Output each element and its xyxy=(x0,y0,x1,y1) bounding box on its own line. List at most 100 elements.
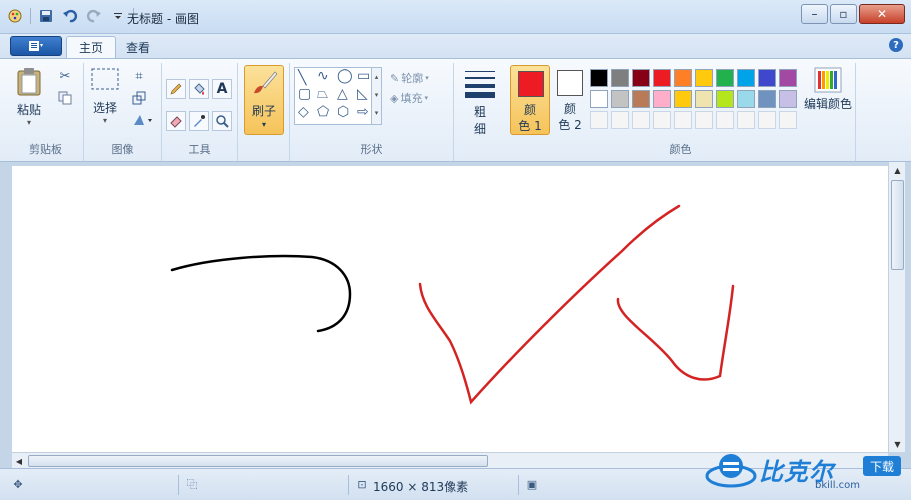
palette-swatch[interactable] xyxy=(779,111,797,129)
palette-swatch[interactable] xyxy=(716,90,734,108)
palette-swatch[interactable] xyxy=(737,90,755,108)
palette-swatch[interactable] xyxy=(695,69,713,87)
brushes-dropdown-icon[interactable]: ▾ xyxy=(245,120,283,129)
edit-colors-label: 编辑颜色 xyxy=(803,97,852,111)
palette-swatch[interactable] xyxy=(758,111,776,129)
watermark-logo-icon xyxy=(705,454,757,488)
outline-button[interactable]: ✎ 轮廓 ▾ xyxy=(390,69,450,87)
pencil-icon[interactable] xyxy=(166,79,186,99)
status-separator xyxy=(518,475,519,495)
rounded-rectangle-shape-icon[interactable]: ▢ xyxy=(298,86,311,102)
colors-group-label: 颜色 xyxy=(669,143,692,156)
redo-icon[interactable] xyxy=(85,7,103,25)
palette-swatch[interactable] xyxy=(653,111,671,129)
image-group: 选择 ▾ ⌗ 图像 xyxy=(84,63,162,161)
brush-icon xyxy=(254,71,278,94)
paste-dropdown-icon[interactable]: ▾ xyxy=(27,118,31,127)
palette-swatch[interactable] xyxy=(758,90,776,108)
arrow-shape-icon[interactable]: ⇨ xyxy=(357,104,369,120)
color-1-button[interactable]: 颜 色 1 xyxy=(510,65,550,135)
tab-view[interactable]: 查看 xyxy=(114,36,162,58)
palette-swatch[interactable] xyxy=(695,111,713,129)
fill-bucket-icon[interactable] xyxy=(189,79,209,99)
copy-icon[interactable] xyxy=(56,89,74,107)
palette-swatch[interactable] xyxy=(674,69,692,87)
fill-button[interactable]: ◈ 填充 ▾ xyxy=(390,89,450,107)
palette-swatch[interactable] xyxy=(716,69,734,87)
color-2-button[interactable]: 颜 色 2 xyxy=(550,65,590,135)
color-picker-icon[interactable] xyxy=(189,111,209,131)
palette-swatch[interactable] xyxy=(737,69,755,87)
shapes-gallery-scroll[interactable]: ▴ ▾ ▾ xyxy=(371,68,381,124)
close-button[interactable]: ✕ xyxy=(859,4,905,24)
line-shape-icon[interactable]: ╲ xyxy=(298,70,306,86)
right-triangle-shape-icon[interactable]: ◺ xyxy=(357,86,368,102)
scroll-left-arrow-icon[interactable]: ◀ xyxy=(12,453,26,469)
drawing-canvas[interactable] xyxy=(12,166,888,452)
palette-swatch[interactable] xyxy=(653,69,671,87)
horizontal-scroll-thumb[interactable] xyxy=(28,455,488,467)
cut-icon[interactable]: ✂ xyxy=(56,67,74,85)
help-icon[interactable]: ? xyxy=(889,38,903,52)
paste-button[interactable]: 粘贴 ▾ xyxy=(16,67,42,127)
resize-icon[interactable] xyxy=(130,89,148,107)
palette-swatch[interactable] xyxy=(674,111,692,129)
palette-swatch[interactable] xyxy=(590,90,608,108)
undo-icon[interactable] xyxy=(61,7,79,25)
canvas-size-text: 1660 × 813像素 xyxy=(373,480,469,494)
paint-app-icon[interactable] xyxy=(6,7,24,25)
edit-colors-button[interactable]: 编辑颜色 xyxy=(802,67,854,112)
palette-swatch[interactable] xyxy=(716,111,734,129)
palette-swatch[interactable] xyxy=(674,90,692,108)
text-tool-icon[interactable]: A xyxy=(212,79,232,99)
crop-icon[interactable]: ⌗ xyxy=(130,67,148,85)
image-group-label: 图像 xyxy=(111,143,134,156)
magnifier-icon[interactable] xyxy=(212,111,232,131)
palette-swatch[interactable] xyxy=(653,90,671,108)
oval-shape-icon[interactable]: ◯ xyxy=(337,68,353,84)
palette-swatch[interactable] xyxy=(590,69,608,87)
eraser-icon[interactable] xyxy=(166,111,186,131)
edit-colors-icon xyxy=(814,67,842,93)
palette-swatch[interactable] xyxy=(758,69,776,87)
select-dropdown-icon[interactable]: ▾ xyxy=(103,116,107,125)
palette-swatch[interactable] xyxy=(779,69,797,87)
tab-home[interactable]: 主页 xyxy=(66,36,117,58)
palette-swatch[interactable] xyxy=(695,90,713,108)
paint-menu-button[interactable] xyxy=(10,36,62,56)
pentagon-shape-icon[interactable]: ⬠ xyxy=(317,104,329,120)
palette-swatch[interactable] xyxy=(632,69,650,87)
palette-swatch[interactable] xyxy=(737,111,755,129)
diamond-shape-icon[interactable]: ◇ xyxy=(298,104,309,120)
hexagon-shape-icon[interactable]: ⬡ xyxy=(337,104,349,120)
rectangle-shape-icon[interactable]: ▭ xyxy=(357,68,370,84)
select-button[interactable]: 选择 ▾ xyxy=(90,67,120,125)
watermark-tag: 下载 xyxy=(863,456,901,476)
rotate-icon[interactable] xyxy=(130,111,156,129)
palette-swatch[interactable] xyxy=(611,90,629,108)
palette-swatch[interactable] xyxy=(779,90,797,108)
palette-swatch[interactable] xyxy=(632,90,650,108)
fill-icon: ◈ xyxy=(390,91,399,105)
palette-swatch[interactable] xyxy=(632,111,650,129)
color-2-label: 颜 色 2 xyxy=(550,101,590,133)
customize-qat-dropdown-icon[interactable] xyxy=(109,7,127,25)
palette-swatch[interactable] xyxy=(611,69,629,87)
vertical-scroll-thumb[interactable] xyxy=(891,180,904,270)
palette-swatch[interactable] xyxy=(611,111,629,129)
curve-shape-icon[interactable]: ∿ xyxy=(317,68,329,84)
status-separator xyxy=(348,475,349,495)
palette-swatch[interactable] xyxy=(590,111,608,129)
minimize-button[interactable]: – xyxy=(801,4,828,24)
scroll-up-arrow-icon[interactable]: ▲ xyxy=(889,162,906,178)
vertical-scrollbar[interactable]: ▲ ▼ xyxy=(888,162,905,452)
size-label-top: 粗 xyxy=(473,105,486,119)
maximize-button[interactable]: ▫ xyxy=(830,4,857,24)
color-2-label-top: 颜 xyxy=(563,102,576,116)
triangle-shape-icon[interactable]: △ xyxy=(337,86,348,102)
save-icon[interactable] xyxy=(37,7,55,25)
file-size-icon: ▣ xyxy=(526,477,538,491)
brushes-button[interactable]: 刷子 ▾ xyxy=(244,65,284,135)
size-button[interactable]: 粗 细 xyxy=(462,69,498,137)
polygon-shape-icon[interactable]: ⏢ xyxy=(317,86,328,102)
